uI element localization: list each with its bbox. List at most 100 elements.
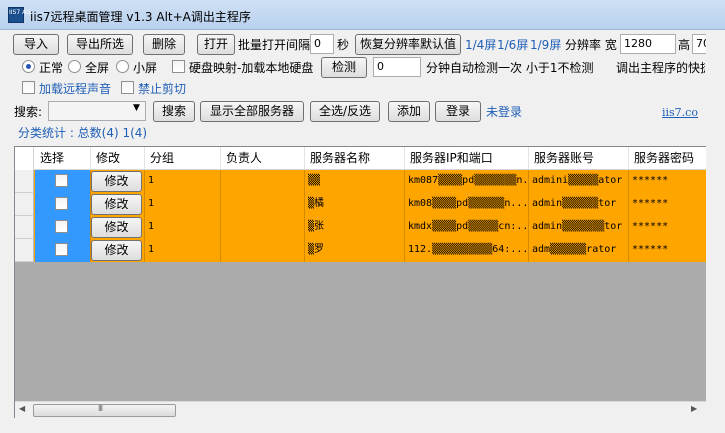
resolution-label: 分辨率 宽: [565, 38, 617, 52]
header-group[interactable]: 分组: [145, 147, 221, 170]
sixth-screen-link[interactable]: 1/6屏: [497, 36, 528, 53]
mode-fullscreen-radio[interactable]: [68, 60, 81, 73]
row-selector[interactable]: [15, 239, 34, 262]
header-server-ip[interactable]: 服务器IP和端口: [405, 147, 529, 170]
select-cell[interactable]: [35, 239, 91, 262]
row-checkbox[interactable]: [55, 197, 68, 210]
search-button[interactable]: 搜索: [153, 101, 195, 122]
owner-cell: [221, 216, 305, 239]
width-input[interactable]: 1280: [620, 34, 676, 54]
password-cell: ******: [629, 193, 706, 216]
header-server-name[interactable]: 服务器名称: [305, 147, 405, 170]
mode-small-label: 小屏: [133, 61, 158, 75]
batch-interval-label: 批量打开间隔: [238, 38, 311, 52]
quarter-screen-link[interactable]: 1/4屏: [465, 36, 496, 53]
row-header-corner: [15, 147, 34, 170]
row-checkbox[interactable]: [55, 174, 68, 187]
server-name-cell: ▒▒: [305, 170, 405, 193]
horizontal-scrollbar[interactable]: ◀ III ▶: [15, 401, 706, 418]
account-cell: admini▒▒▒▒▒ator: [529, 170, 629, 193]
select-cell[interactable]: [35, 170, 91, 193]
mode-fullscreen-label: 全屏: [85, 61, 110, 75]
delete-button[interactable]: 删除: [143, 34, 185, 55]
mode-normal-label: 正常: [39, 61, 64, 75]
server-ip-cell: km087▒▒▒▒pd▒▒▒▒▒▒▒n...: [405, 170, 529, 193]
open-button[interactable]: 打开: [197, 34, 235, 55]
mode-normal-radio[interactable]: [22, 60, 35, 73]
select-cell[interactable]: [35, 216, 91, 239]
login-status: 未登录: [486, 105, 523, 119]
header-edit[interactable]: 修改: [91, 147, 145, 170]
ninth-screen-link[interactable]: 1/9屏: [530, 36, 561, 53]
edit-cell: 修改: [91, 170, 145, 193]
export-selected-button[interactable]: 导出所选: [67, 34, 133, 55]
select-toggle-button[interactable]: 全选/反选: [310, 101, 380, 122]
select-cell[interactable]: [35, 193, 91, 216]
group-cell: 1: [145, 170, 221, 193]
header-account[interactable]: 服务器账号: [529, 147, 629, 170]
load-sound-label: 加载远程声音: [39, 82, 112, 96]
row-checkbox[interactable]: [55, 220, 68, 233]
table-row[interactable]: 修改 1 ▒罗 112.▒▒▒▒▒▒▒▒▒▒64:... adm▒▒▒▒▒▒ra…: [15, 239, 706, 262]
header-password[interactable]: 服务器密码: [629, 147, 706, 170]
row-selector[interactable]: [15, 193, 34, 216]
edit-cell: 修改: [91, 193, 145, 216]
detect-interval-input[interactable]: 0: [373, 57, 421, 77]
owner-cell: [221, 239, 305, 262]
site-link[interactable]: iis7.co: [662, 106, 698, 119]
height-label: 高: [678, 38, 691, 52]
header-owner[interactable]: 负责人: [221, 147, 305, 170]
password-cell: ******: [629, 239, 706, 262]
row-selector[interactable]: [15, 216, 34, 239]
detect-button[interactable]: 检测: [321, 57, 367, 78]
window-right-edge: [706, 30, 725, 433]
scroll-right-icon[interactable]: ▶: [691, 404, 697, 413]
owner-cell: [221, 170, 305, 193]
server-ip-cell: kmdx▒▒▒▒pd▒▒▒▒▒cn:...: [405, 216, 529, 239]
chevron-down-icon: ▼: [133, 103, 140, 113]
row-checkbox[interactable]: [55, 243, 68, 256]
restore-resolution-button[interactable]: 恢复分辨率默认值: [355, 34, 461, 55]
search-label: 搜索:: [14, 105, 43, 119]
server-ip-cell: km08▒▒▒▒pd▒▒▒▒▒▒n...: [405, 193, 529, 216]
edit-button[interactable]: 修改: [91, 217, 142, 238]
grid-header: 选择 修改 分组 负责人 服务器名称 服务器IP和端口 服务器账号 服务器密码: [15, 147, 706, 170]
table-row[interactable]: 修改 1 ▒橘 km08▒▒▒▒pd▒▒▒▒▒▒n... admin▒▒▒▒▒▒…: [15, 193, 706, 216]
seconds-label: 秒: [337, 38, 350, 52]
account-cell: admin▒▒▒▒▒▒tor: [529, 193, 629, 216]
disk-mapping-checkbox[interactable]: [172, 60, 185, 73]
grip-icon: III: [98, 404, 103, 413]
account-cell: adm▒▒▒▒▒▒rator: [529, 239, 629, 262]
shortcut-label: 调出主程序的快捷: [616, 61, 705, 75]
scroll-left-icon[interactable]: ◀: [19, 404, 25, 413]
app-logo-icon: IIS7 AU: [8, 7, 31, 23]
disable-clip-label: 禁止剪切: [138, 82, 187, 96]
server-grid: 选择 修改 分组 负责人 服务器名称 服务器IP和端口 服务器账号 服务器密码 …: [14, 146, 707, 418]
edit-button[interactable]: 修改: [91, 171, 142, 192]
table-row[interactable]: 修改 1 ▒▒ km087▒▒▒▒pd▒▒▒▒▒▒▒n... admini▒▒▒…: [15, 170, 706, 193]
scroll-thumb[interactable]: III: [33, 404, 176, 417]
header-select[interactable]: 选择: [35, 147, 91, 170]
import-button[interactable]: 导入: [13, 34, 59, 55]
server-name-cell: ▒张: [305, 216, 405, 239]
login-button[interactable]: 登录: [435, 101, 481, 122]
server-name-cell: ▒罗: [305, 239, 405, 262]
show-all-servers-button[interactable]: 显示全部服务器: [200, 101, 304, 122]
edit-button[interactable]: 修改: [91, 194, 142, 215]
table-row[interactable]: 修改 1 ▒张 kmdx▒▒▒▒pd▒▒▒▒▒cn:... admin▒▒▒▒▒…: [15, 216, 706, 239]
search-dropdown[interactable]: [48, 101, 146, 121]
server-name-cell: ▒橘: [305, 193, 405, 216]
row-selector[interactable]: [15, 170, 34, 193]
edit-button[interactable]: 修改: [91, 240, 142, 261]
disable-clip-checkbox[interactable]: [121, 81, 134, 94]
disk-mapping-label: 硬盘映射-加载本地硬盘: [189, 61, 314, 75]
batch-interval-input[interactable]: 0: [310, 34, 334, 54]
group-cell: 1: [145, 216, 221, 239]
account-cell: admin▒▒▒▒▒▒▒tor: [529, 216, 629, 239]
add-button[interactable]: 添加: [388, 101, 430, 122]
password-cell: ******: [629, 216, 706, 239]
load-sound-checkbox[interactable]: [22, 81, 35, 94]
mode-small-radio[interactable]: [116, 60, 129, 73]
edit-cell: 修改: [91, 239, 145, 262]
password-cell: ******: [629, 170, 706, 193]
